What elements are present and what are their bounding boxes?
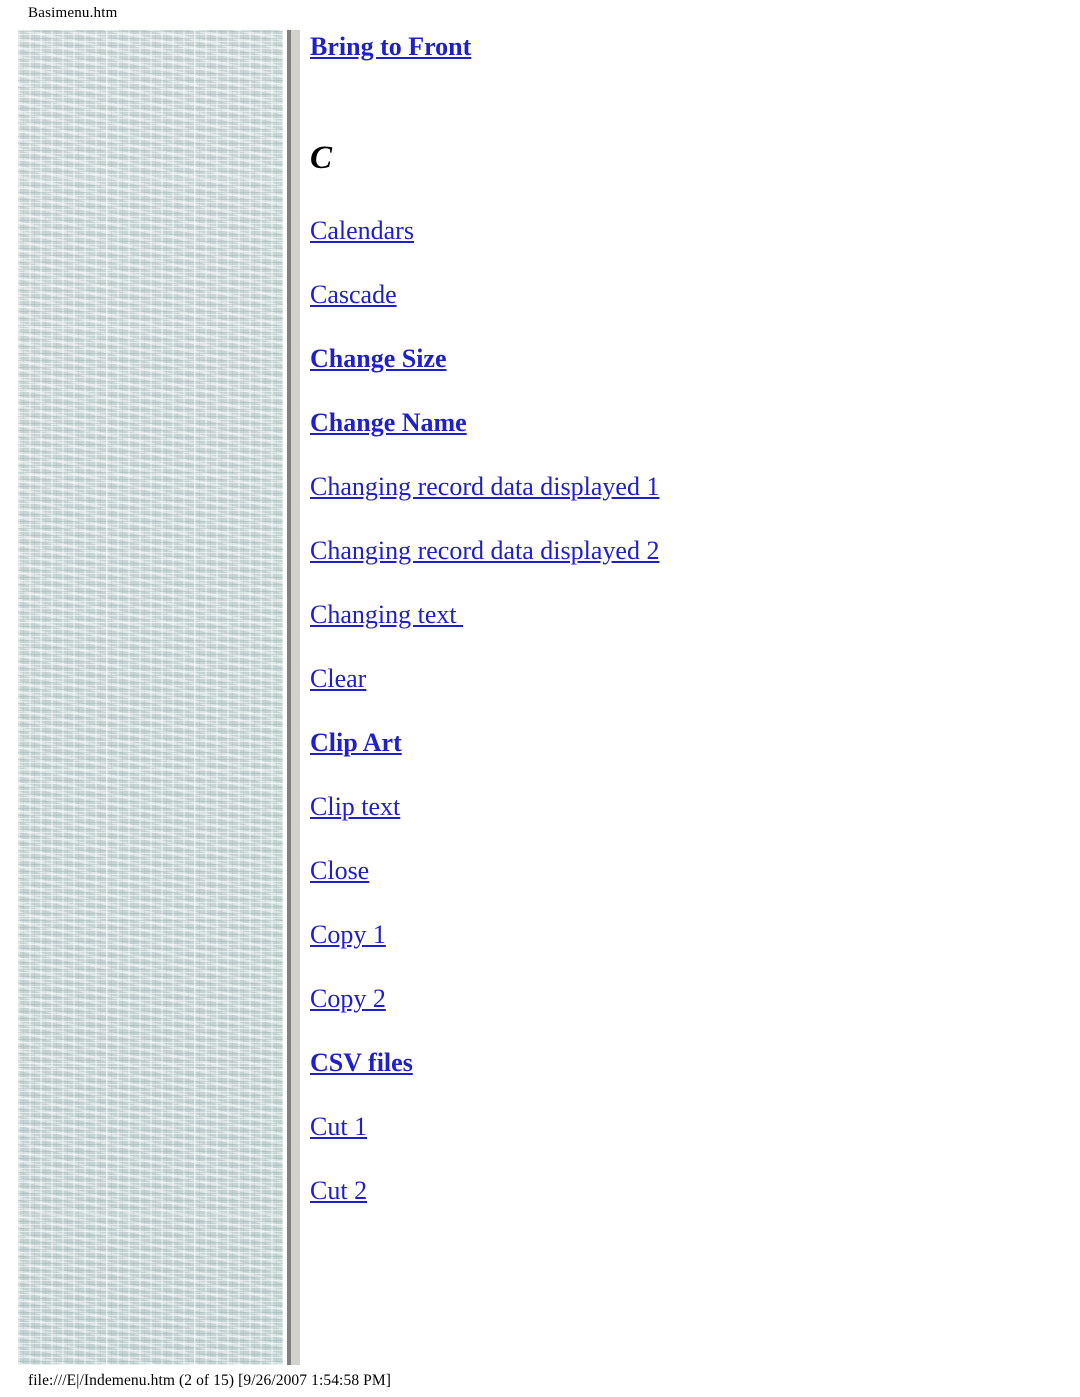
index-link-cascade[interactable]: Cascade [310,282,397,308]
index-link-calendars[interactable]: Calendars [310,218,414,244]
index-link-clear[interactable]: Clear [310,666,366,692]
page-footer-path: file:///E|/Indemenu.htm (2 of 15) [9/26/… [28,1372,392,1389]
index-link-column: Bring to Front C Calendars Cascade Chang… [310,34,1040,1242]
index-link-clip-art[interactable]: Clip Art [310,730,402,756]
index-link-changing-record-data-displayed-2[interactable]: Changing record data displayed 2 [310,538,659,564]
texture-seam [18,1066,283,1067]
texture-seam [18,326,283,327]
index-link-copy-2[interactable]: Copy 2 [310,986,386,1012]
texture-seam [18,918,283,919]
index-link-copy-1[interactable]: Copy 1 [310,922,386,948]
texture-seam [106,30,107,1365]
texture-seam [18,622,283,623]
page-header-title: Basimenu.htm [28,5,118,21]
texture-seam [194,30,195,1365]
texture-seam [18,474,283,475]
texture-seam [18,178,283,179]
index-link-cut-1[interactable]: Cut 1 [310,1114,367,1140]
index-link-cut-2[interactable]: Cut 2 [310,1178,367,1204]
texture-seam [18,770,283,771]
vertical-divider-light [291,30,300,1365]
index-link-csv-files[interactable]: CSV files [310,1050,413,1076]
decorative-texture-band [18,30,283,1365]
index-link-clip-text[interactable]: Clip text [310,794,400,820]
index-link-close[interactable]: Close [310,858,369,884]
index-link-bring-to-front[interactable]: Bring to Front [310,34,471,60]
index-link-changing-record-data-displayed-1[interactable]: Changing record data displayed 1 [310,474,659,500]
index-link-change-name[interactable]: Change Name [310,410,467,436]
letter-heading-c: C [310,140,333,176]
index-link-change-size[interactable]: Change Size [310,346,447,372]
texture-seam [18,1214,283,1215]
index-link-changing-text[interactable]: Changing text [310,602,463,628]
